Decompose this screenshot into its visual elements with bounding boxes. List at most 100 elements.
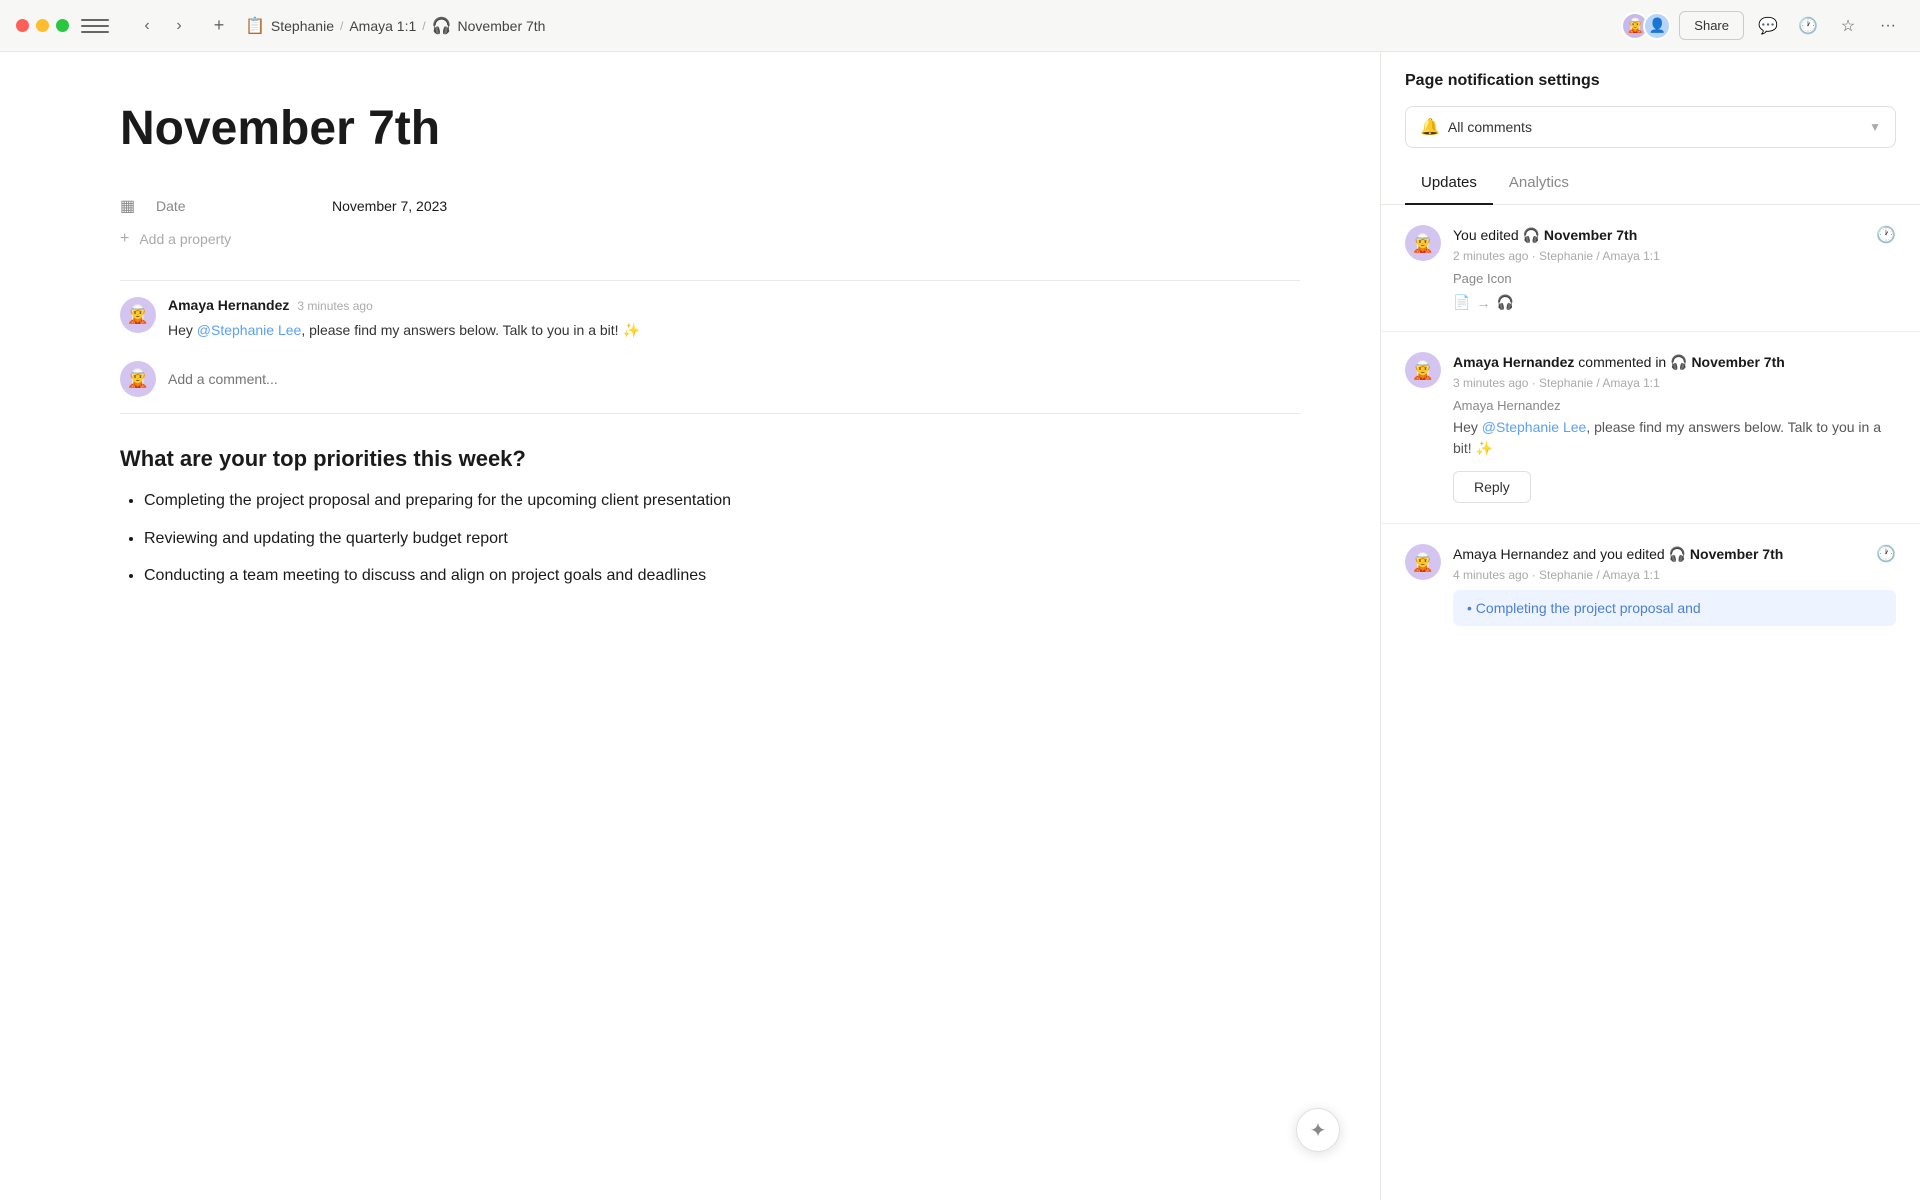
activity-amaya-commented: 🧝 Amaya Hernandez commented in 🎧 Novembe… xyxy=(1381,332,1920,524)
activity-amaya-you-edited-detail: Completing the project proposal and xyxy=(1453,590,1896,626)
comment-bubble-mention: @Stephanie Lee xyxy=(1482,419,1587,435)
page-ref-3: 🎧 November 7th xyxy=(1669,546,1784,562)
reply-button[interactable]: Reply xyxy=(1453,471,1531,503)
comments-button[interactable]: 💬 xyxy=(1752,10,1784,42)
highlight-box: Completing the project proposal and xyxy=(1453,590,1896,626)
comment-amaya-header: Amaya Hernandez 3 minutes ago xyxy=(168,297,1300,313)
activity-amaya-you-edited-header: 🧝 Amaya Hernandez and you edited 🎧 Novem… xyxy=(1405,544,1896,582)
activity-you-edited-title: You edited 🎧 November 7th xyxy=(1453,225,1864,246)
notification-option: All comments xyxy=(1448,119,1532,135)
nav-forward-button[interactable]: › xyxy=(165,12,193,40)
comment-amaya: 🧝 Amaya Hernandez 3 minutes ago Hey @Ste… xyxy=(120,297,1300,341)
bullet-item-3: Conducting a team meeting to discuss and… xyxy=(144,563,1300,589)
comment-input-row: 🧝 xyxy=(120,361,1300,397)
comment-bubble-plain: Hey xyxy=(1453,419,1482,435)
add-property-label: Add a property xyxy=(139,231,231,247)
right-panel: Page notification settings 🔔 All comment… xyxy=(1380,52,1920,1200)
panel-body: 🧝 You edited 🎧 November 7th 2 minutes ag… xyxy=(1381,205,1920,1200)
arrow-icon: → xyxy=(1476,295,1490,311)
history-button[interactable]: 🕐 xyxy=(1792,10,1824,42)
breadcrumb-notebook[interactable]: Amaya 1:1 xyxy=(349,18,416,34)
property-date-row: ▦ Date November 7, 2023 xyxy=(120,190,1300,222)
breadcrumb-sep1: / xyxy=(340,19,343,33)
date-property-value[interactable]: November 7, 2023 xyxy=(332,198,447,214)
activity-amaya-commented-subtitle: 3 minutes ago · Stephanie / Amaya 1:1 xyxy=(1453,376,1896,390)
nav-buttons: ‹ › xyxy=(133,12,193,40)
you-edited-text: You edited xyxy=(1453,227,1519,243)
activity-you-edited-subtitle: 2 minutes ago · Stephanie / Amaya 1:1 xyxy=(1453,249,1864,263)
activity-amaya-you-edited-title: Amaya Hernandez and you edited 🎧 Novembe… xyxy=(1453,544,1864,565)
new-tab-button[interactable]: + xyxy=(205,12,233,40)
share-button[interactable]: Share xyxy=(1679,11,1744,40)
activity-you-edited-header: 🧝 You edited 🎧 November 7th 2 minutes ag… xyxy=(1405,225,1896,263)
tabs-row: Updates Analytics xyxy=(1405,164,1896,204)
breadcrumb-workspace[interactable]: Stephanie xyxy=(271,18,334,34)
breadcrumb: 📋 Stephanie / Amaya 1:1 / 🎧 November 7th xyxy=(245,16,1609,36)
avatar-activity-2: 🧝 xyxy=(1405,352,1441,388)
breadcrumb-page[interactable]: November 7th xyxy=(458,18,546,34)
activity-amaya-you-edited: 🧝 Amaya Hernandez and you edited 🎧 Novem… xyxy=(1381,524,1920,646)
breadcrumb-page-icon: 🎧 xyxy=(432,16,452,36)
comment-amaya-time: 3 minutes ago xyxy=(297,299,372,313)
main-layout: November 7th ▦ Date November 7, 2023 + A… xyxy=(0,52,1920,1200)
add-property-button[interactable]: + Add a property xyxy=(120,222,1300,256)
notification-dropdown[interactable]: 🔔 All comments ▼ xyxy=(1405,106,1896,148)
content-area: November 7th ▦ Date November 7, 2023 + A… xyxy=(0,52,1380,1200)
avatar-amaya: 🧝 xyxy=(120,297,156,333)
comment-mention[interactable]: @Stephanie Lee xyxy=(197,322,302,338)
avatar-activity-1: 🧝 xyxy=(1405,225,1441,261)
maximize-button[interactable] xyxy=(56,19,69,32)
activity-amaya-commented-detail: Amaya Hernandez Hey @Stephanie Lee, plea… xyxy=(1453,398,1896,503)
breadcrumb-sep2: / xyxy=(422,19,425,33)
page-icon-change: Page Icon xyxy=(1453,271,1896,286)
page-ref-1: 🎧 November 7th xyxy=(1523,227,1638,243)
divider-1 xyxy=(120,280,1300,281)
activity-amaya-commented-meta: Amaya Hernandez commented in 🎧 November … xyxy=(1453,352,1896,390)
bullet-item-1: Completing the project proposal and prep… xyxy=(144,488,1300,514)
activity-amaya-commented-header: 🧝 Amaya Hernandez commented in 🎧 Novembe… xyxy=(1405,352,1896,390)
comment-amaya-text: Hey @Stephanie Lee, please find my answe… xyxy=(168,319,1300,341)
panel-header: Page notification settings 🔔 All comment… xyxy=(1381,52,1920,205)
activity-amaya-you-edited-meta: Amaya Hernandez and you edited 🎧 Novembe… xyxy=(1453,544,1864,582)
comment-amaya-content: Amaya Hernandez 3 minutes ago Hey @Steph… xyxy=(168,297,1300,341)
tab-analytics[interactable]: Analytics xyxy=(1493,164,1585,205)
icon-to: 🎧 xyxy=(1496,294,1513,311)
tab-updates[interactable]: Updates xyxy=(1405,164,1493,205)
clock-icon-1[interactable]: 🕐 xyxy=(1876,225,1896,245)
more-options-button[interactable]: ··· xyxy=(1872,10,1904,42)
comment-amaya-author: Amaya Hernandez xyxy=(168,297,289,313)
titlebar: ‹ › + 📋 Stephanie / Amaya 1:1 / 🎧 Novemb… xyxy=(0,0,1920,52)
amaya-you-edited-text: Amaya Hernandez and you edited xyxy=(1453,546,1665,562)
activity-you-edited-detail: Page Icon 📄 → 🎧 xyxy=(1453,271,1896,311)
close-button[interactable] xyxy=(16,19,29,32)
date-property-label: Date xyxy=(156,198,316,214)
ai-button[interactable]: ✦ xyxy=(1296,1108,1340,1152)
minimize-button[interactable] xyxy=(36,19,49,32)
favorite-button[interactable]: ☆ xyxy=(1832,10,1864,42)
comment-input[interactable] xyxy=(168,363,1300,395)
icon-from: 📄 xyxy=(1453,294,1470,311)
avatar-group: 🧝 👤 xyxy=(1621,12,1671,40)
comment-text-after: , please find my answers below. Talk to … xyxy=(301,322,640,338)
notif-left: 🔔 All comments xyxy=(1420,117,1532,137)
properties-section: ▦ Date November 7, 2023 + Add a property xyxy=(120,190,1300,256)
comment-text-plain: Hey xyxy=(168,322,197,338)
avatar-2: 👤 xyxy=(1643,12,1671,40)
traffic-lights xyxy=(16,19,69,32)
highlight-text: Completing the project proposal and xyxy=(1476,600,1701,616)
page-icon-label: Page Icon xyxy=(1453,271,1512,286)
nav-back-button[interactable]: ‹ xyxy=(133,12,161,40)
section-heading: What are your top priorities this week? xyxy=(120,446,1300,472)
breadcrumb-workspace-icon: 📋 xyxy=(245,16,265,36)
chevron-down-icon: ▼ xyxy=(1869,120,1881,134)
amaya-name: Amaya Hernandez xyxy=(1453,354,1574,370)
activity-you-edited-meta: You edited 🎧 November 7th 2 minutes ago … xyxy=(1453,225,1864,263)
titlebar-actions: 🧝 👤 Share 💬 🕐 ☆ ··· xyxy=(1621,10,1904,42)
page-title: November 7th xyxy=(120,100,1300,158)
clock-icon-2[interactable]: 🕐 xyxy=(1876,544,1896,564)
activity-commenter-name: Amaya Hernandez xyxy=(1453,398,1896,413)
add-icon: + xyxy=(120,230,129,248)
date-property-icon: ▦ xyxy=(120,196,140,216)
activity-you-edited: 🧝 You edited 🎧 November 7th 2 minutes ag… xyxy=(1381,205,1920,332)
sidebar-toggle[interactable] xyxy=(81,12,109,40)
